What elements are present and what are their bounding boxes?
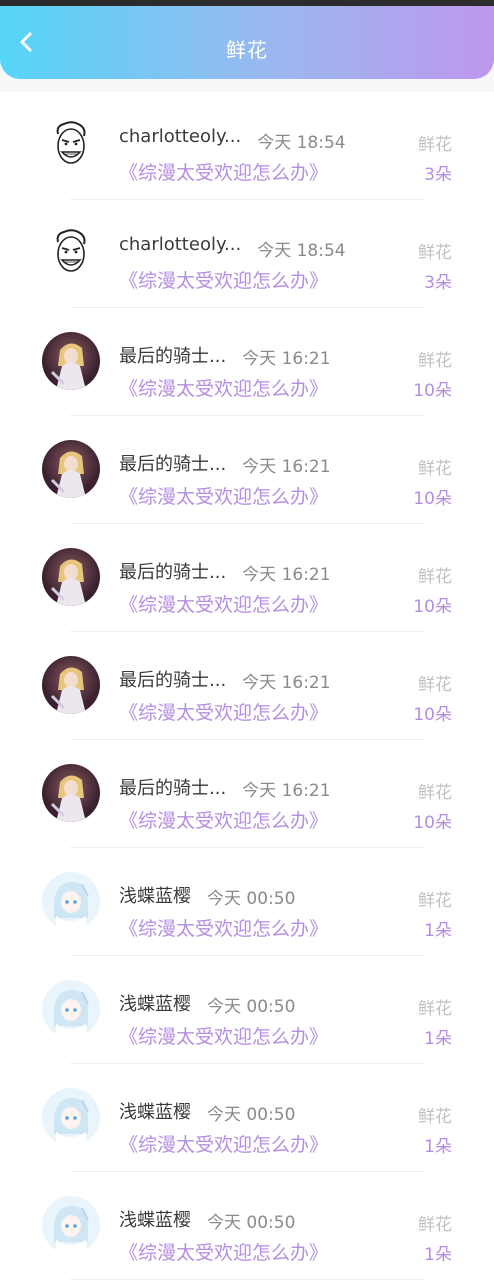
- avatar[interactable]: [42, 548, 100, 606]
- timestamp: 今天 00:50: [207, 1105, 296, 1125]
- book-title-link[interactable]: 《综漫太受欢迎怎么办》: [119, 914, 328, 941]
- anime-dark-avatar-icon: [42, 764, 100, 822]
- gift-type-label: 鲜花: [418, 135, 452, 155]
- gift-type-label: 鲜花: [418, 783, 452, 803]
- username: 最后的骑士...: [119, 346, 227, 367]
- username: charlotteoly...: [119, 234, 242, 255]
- username: 最后的骑士...: [119, 778, 227, 799]
- anime-light-avatar-icon: [42, 1088, 100, 1146]
- gift-type-label: 鲜花: [418, 351, 452, 371]
- anime-light-avatar-icon: [42, 980, 100, 1038]
- timestamp: 今天 16:21: [242, 781, 331, 801]
- avatar[interactable]: [42, 116, 100, 174]
- gift-type-label: 鲜花: [418, 675, 452, 695]
- timestamp: 今天 18:54: [257, 133, 346, 153]
- gift-type-label: 鲜花: [418, 891, 452, 911]
- username: 最后的骑士...: [119, 670, 227, 691]
- book-title-link[interactable]: 《综漫太受欢迎怎么办》: [119, 1130, 328, 1157]
- gift-type-label: 鲜花: [418, 567, 452, 587]
- gift-type-label: 鲜花: [418, 243, 452, 263]
- list-item[interactable]: 最后的骑士... 今天 16:21 鲜花 《综漫太受欢迎怎么办》 10朵: [0, 632, 494, 740]
- gift-count: 10朵: [413, 705, 452, 725]
- gift-count: 1朵: [424, 1137, 452, 1157]
- anime-dark-avatar-icon: [42, 656, 100, 714]
- list-item[interactable]: 最后的骑士... 今天 16:21 鲜花 《综漫太受欢迎怎么办》 10朵: [0, 740, 494, 848]
- gift-count: 3朵: [424, 165, 452, 185]
- anime-dark-avatar-icon: [42, 548, 100, 606]
- timestamp: 今天 00:50: [207, 889, 296, 909]
- anime-dark-avatar-icon: [42, 440, 100, 498]
- avatar[interactable]: [42, 872, 100, 930]
- meme-face-avatar-icon: [42, 116, 100, 174]
- gift-count: 10朵: [413, 381, 452, 401]
- book-title-link[interactable]: 《综漫太受欢迎怎么办》: [119, 482, 328, 509]
- book-title-link[interactable]: 《综漫太受欢迎怎么办》: [119, 158, 328, 185]
- list-item[interactable]: 浅蝶蓝樱 今天 00:50 鲜花 《综漫太受欢迎怎么办》 1朵: [0, 1064, 494, 1172]
- gift-count: 1朵: [424, 1245, 452, 1265]
- timestamp: 今天 16:21: [242, 565, 331, 585]
- list-item[interactable]: 最后的骑士... 今天 16:21 鲜花 《综漫太受欢迎怎么办》 10朵: [0, 524, 494, 632]
- timestamp: 今天 18:54: [257, 241, 346, 261]
- list-item[interactable]: 浅蝶蓝樱 今天 00:50 鲜花 《综漫太受欢迎怎么办》 1朵: [0, 956, 494, 1064]
- gift-count: 1朵: [424, 1029, 452, 1049]
- username: 浅蝶蓝樱: [119, 994, 191, 1015]
- book-title-link[interactable]: 《综漫太受欢迎怎么办》: [119, 806, 328, 833]
- avatar[interactable]: [42, 764, 100, 822]
- username: 最后的骑士...: [119, 454, 227, 475]
- username: charlotteoly...: [119, 126, 242, 147]
- timestamp: 今天 00:50: [207, 997, 296, 1017]
- avatar[interactable]: [42, 980, 100, 1038]
- book-title-link[interactable]: 《综漫太受欢迎怎么办》: [119, 374, 328, 401]
- flower-list[interactable]: charlotteoly... 今天 18:54 鲜花 《综漫太受欢迎怎么办》 …: [0, 92, 494, 1280]
- page-title: 鲜花: [226, 38, 268, 62]
- book-title-link[interactable]: 《综漫太受欢迎怎么办》: [119, 1238, 328, 1265]
- avatar[interactable]: [42, 224, 100, 282]
- meme-face-avatar-icon: [42, 224, 100, 282]
- book-title-link[interactable]: 《综漫太受欢迎怎么办》: [119, 266, 328, 293]
- username: 浅蝶蓝樱: [119, 1210, 191, 1231]
- avatar[interactable]: [42, 1088, 100, 1146]
- gift-count: 10朵: [413, 813, 452, 833]
- book-title-link[interactable]: 《综漫太受欢迎怎么办》: [119, 1022, 328, 1049]
- username: 浅蝶蓝樱: [119, 886, 191, 907]
- anime-dark-avatar-icon: [42, 332, 100, 390]
- list-item[interactable]: charlotteoly... 今天 18:54 鲜花 《综漫太受欢迎怎么办》 …: [0, 200, 494, 308]
- anime-light-avatar-icon: [42, 872, 100, 930]
- gift-type-label: 鲜花: [418, 999, 452, 1019]
- timestamp: 今天 16:21: [242, 673, 331, 693]
- username: 最后的骑士...: [119, 562, 227, 583]
- book-title-link[interactable]: 《综漫太受欢迎怎么办》: [119, 590, 328, 617]
- avatar[interactable]: [42, 440, 100, 498]
- gift-count: 3朵: [424, 273, 452, 293]
- timestamp: 今天 16:21: [242, 349, 331, 369]
- gift-type-label: 鲜花: [418, 1215, 452, 1235]
- top-bar: 鲜花: [0, 6, 494, 79]
- list-item[interactable]: 最后的骑士... 今天 16:21 鲜花 《综漫太受欢迎怎么办》 10朵: [0, 308, 494, 416]
- anime-light-avatar-icon: [42, 1196, 100, 1254]
- avatar[interactable]: [42, 332, 100, 390]
- book-title-link[interactable]: 《综漫太受欢迎怎么办》: [119, 698, 328, 725]
- gift-count: 10朵: [413, 597, 452, 617]
- username: 浅蝶蓝樱: [119, 1102, 191, 1123]
- list-item[interactable]: charlotteoly... 今天 18:54 鲜花 《综漫太受欢迎怎么办》 …: [0, 92, 494, 200]
- list-item[interactable]: 浅蝶蓝樱 今天 00:50 鲜花 《综漫太受欢迎怎么办》 1朵: [0, 848, 494, 956]
- avatar[interactable]: [42, 1196, 100, 1254]
- gift-type-label: 鲜花: [418, 459, 452, 479]
- timestamp: 今天 00:50: [207, 1213, 296, 1233]
- gift-type-label: 鲜花: [418, 1107, 452, 1127]
- gift-count: 1朵: [424, 921, 452, 941]
- avatar[interactable]: [42, 656, 100, 714]
- list-item[interactable]: 最后的骑士... 今天 16:21 鲜花 《综漫太受欢迎怎么办》 10朵: [0, 416, 494, 524]
- timestamp: 今天 16:21: [242, 457, 331, 477]
- list-item[interactable]: 浅蝶蓝樱 今天 00:50 鲜花 《综漫太受欢迎怎么办》 1朵: [0, 1172, 494, 1280]
- gift-count: 10朵: [413, 489, 452, 509]
